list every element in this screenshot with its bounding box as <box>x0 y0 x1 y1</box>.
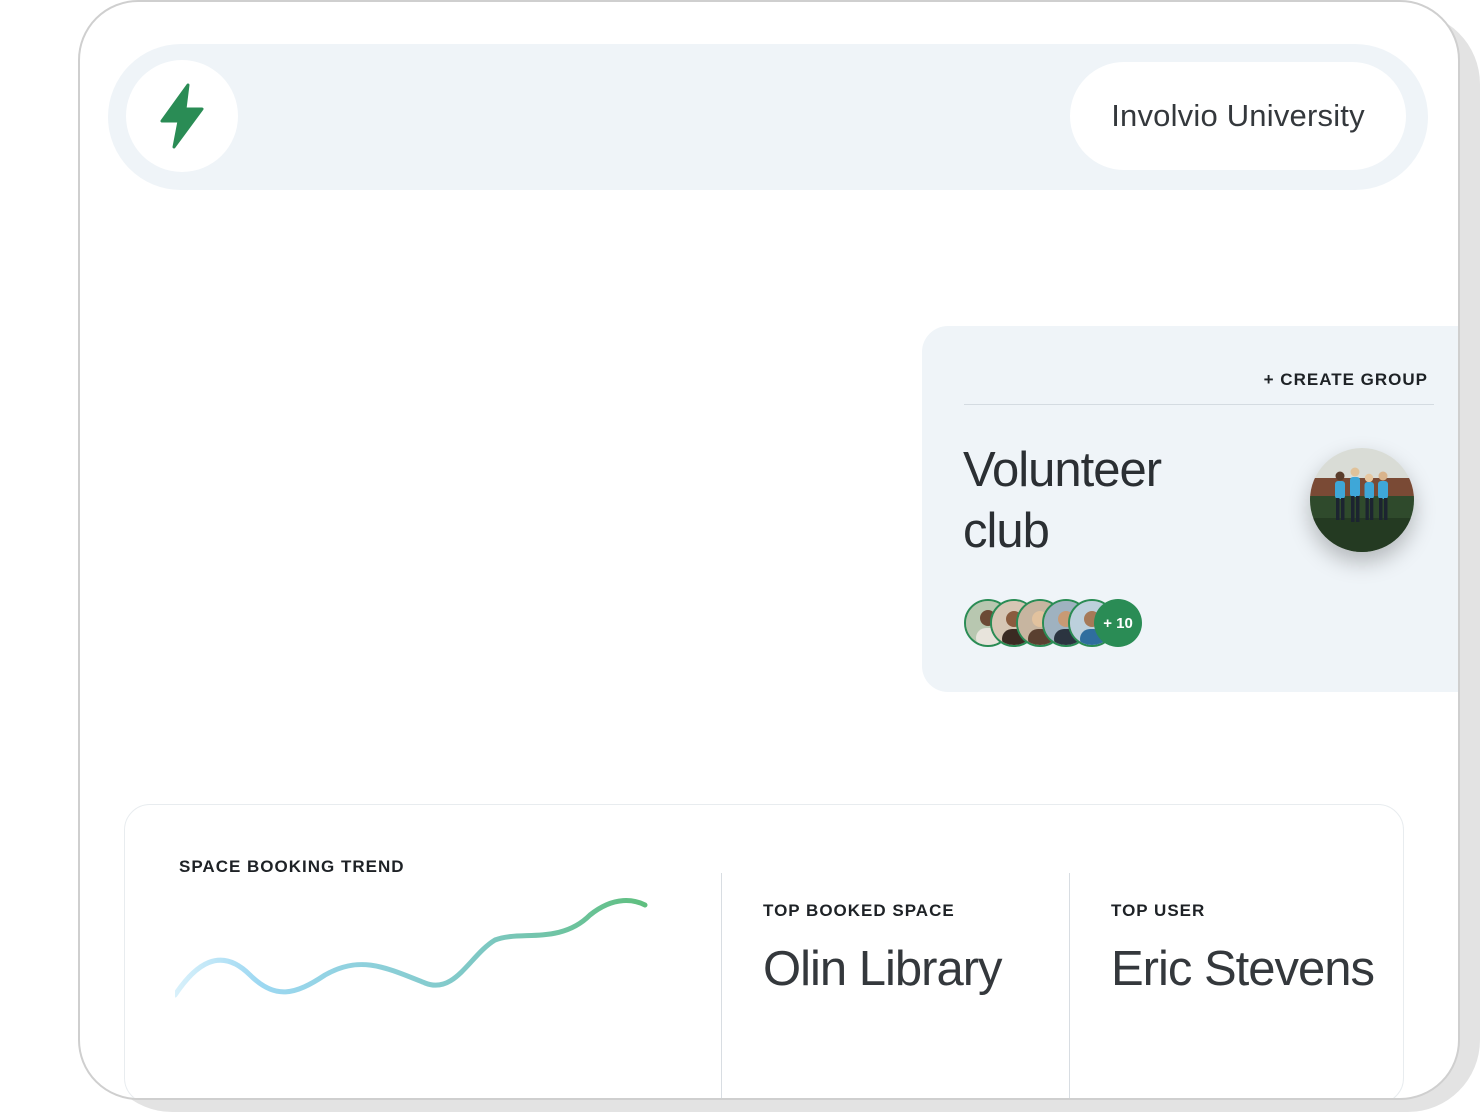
stats-card: SPACE BOOKING TREND TOP BOOKED SPACE Oli… <box>124 804 1404 1098</box>
top-user-value: Eric Stevens <box>1111 942 1375 996</box>
lightning-bolt-icon <box>160 83 204 149</box>
group-card[interactable]: + CREATE GROUP Volunteer club + 10 <box>922 326 1458 692</box>
divider <box>721 873 722 1098</box>
app-logo[interactable] <box>126 60 238 172</box>
organization-name[interactable]: Involvio University <box>1070 62 1406 170</box>
top-user-label: TOP USER <box>1111 901 1206 920</box>
top-bar: Involvio University <box>108 44 1428 190</box>
divider <box>1069 873 1070 1098</box>
top-space-value: Olin Library <box>763 942 1003 996</box>
top-space-label: TOP BOOKED SPACE <box>763 901 955 920</box>
more-members-badge[interactable]: + 10 <box>1094 599 1142 647</box>
member-avatars[interactable]: + 10 <box>964 599 1142 649</box>
device-frame: Involvio University + CREATE GROUP Volun… <box>78 0 1460 1100</box>
group-title: Volunteer club <box>963 443 1162 558</box>
group-photo <box>1310 448 1414 552</box>
divider <box>964 404 1434 405</box>
trend-line <box>175 898 648 998</box>
trend-label: SPACE BOOKING TREND <box>179 857 405 876</box>
booking-trend-chart <box>175 898 648 998</box>
create-group-button[interactable]: + CREATE GROUP <box>1264 370 1428 390</box>
